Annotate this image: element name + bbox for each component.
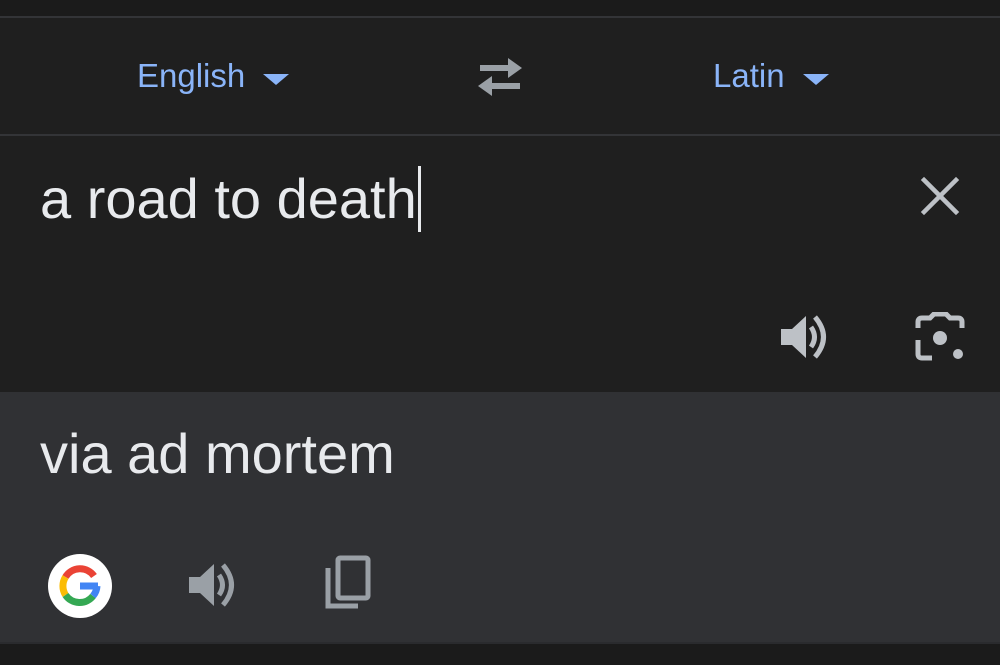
chevron-down-icon (802, 73, 829, 85)
speaker-icon (189, 563, 234, 607)
google-logo-icon (59, 565, 101, 607)
source-language-selector[interactable]: English (137, 56, 290, 96)
text-cursor (417, 166, 421, 232)
bottom-divider (0, 642, 1000, 665)
copy-icon (325, 555, 371, 609)
output-panel: via ad mortem (0, 392, 1000, 642)
target-language-selector[interactable]: Latin (713, 56, 829, 96)
swap-languages-button[interactable] (472, 54, 528, 98)
speaker-icon (781, 315, 826, 359)
camera-translate-button[interactable] (914, 312, 966, 364)
listen-translation-button[interactable] (186, 558, 240, 612)
target-language-label: Latin (713, 57, 785, 94)
language-bar: English Latin (0, 18, 1000, 136)
clear-input-button[interactable] (918, 174, 962, 218)
source-language-label: English (137, 57, 246, 94)
source-text: a road to death (40, 167, 417, 230)
source-text-input[interactable]: a road to death (40, 166, 421, 232)
translate-app: English Latin a road to death via ad mor… (0, 0, 1000, 665)
google-search-button[interactable] (48, 554, 112, 618)
camera-icon (915, 312, 965, 361)
swap-arrows-icon (478, 58, 522, 96)
close-icon (920, 176, 960, 216)
listen-source-button[interactable] (778, 310, 832, 364)
chevron-down-icon (263, 73, 290, 85)
translated-text: via ad mortem (40, 422, 395, 485)
top-divider (0, 0, 1000, 18)
input-panel: a road to death (0, 136, 1000, 392)
copy-translation-button[interactable] (322, 554, 374, 612)
